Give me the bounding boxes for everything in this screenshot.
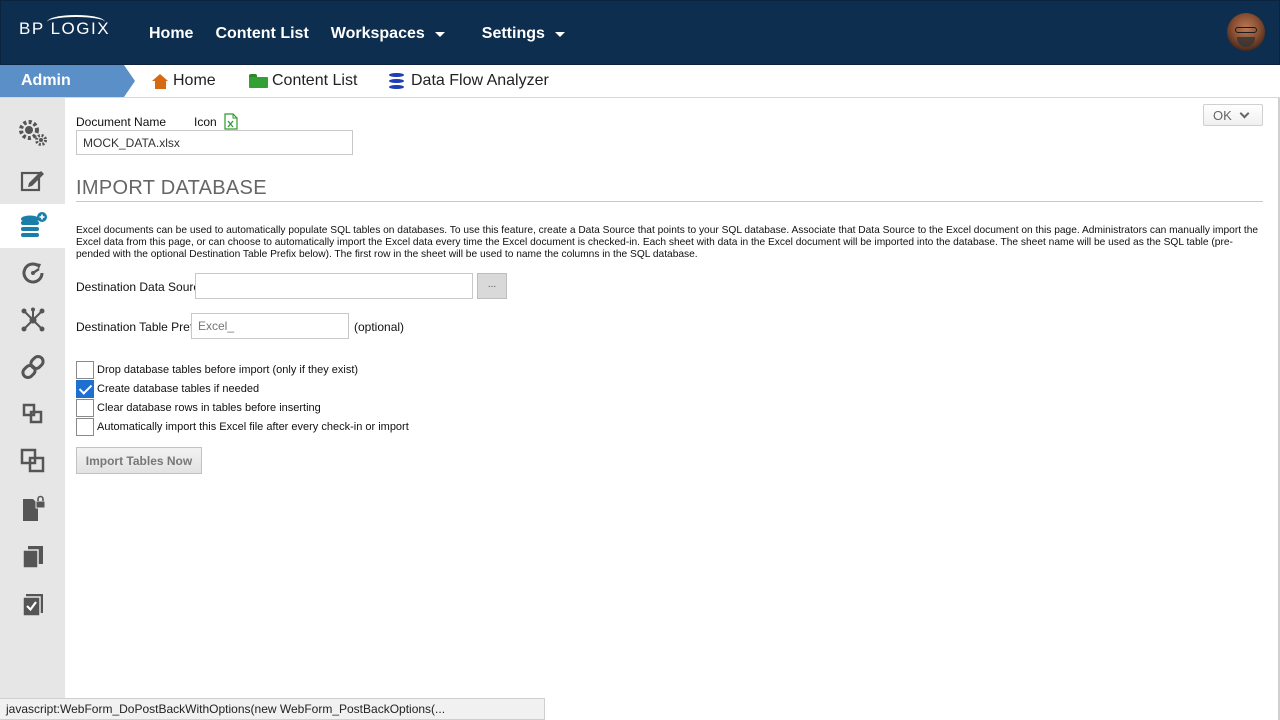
- database-add-icon: [20, 212, 47, 237]
- document-name-label: Document Name: [76, 115, 167, 129]
- sidebar-item-links[interactable]: [0, 345, 65, 389]
- sidebar-item-network[interactable]: [0, 298, 65, 342]
- browse-data-source-button[interactable]: ...: [477, 273, 507, 299]
- nav-home-label: Home: [149, 24, 194, 42]
- destination-table-prefix-input[interactable]: [191, 313, 349, 339]
- breadcrumb-data-flow-analyzer[interactable]: Data Flow Analyzer: [389, 65, 549, 97]
- create-tables-checkbox[interactable]: [76, 380, 94, 398]
- destination-data-source-label: Destination Data Source: [76, 280, 207, 294]
- breadcrumb-admin-profile[interactable]: Admin Profile: [0, 65, 135, 121]
- nav-settings-label: Settings: [481, 24, 545, 42]
- avatar-beard: [1237, 37, 1255, 47]
- document-lock-icon: [22, 495, 45, 521]
- status-bar: javascript:WebForm_DoPostBackWithOptions…: [0, 698, 545, 720]
- sidebar-item-copy[interactable]: [0, 535, 65, 579]
- nav-content-list[interactable]: Content List: [215, 25, 308, 43]
- logo-swoosh: [47, 15, 105, 29]
- nav-home[interactable]: Home: [149, 25, 193, 43]
- breadcrumb-content-list[interactable]: Content List: [249, 65, 357, 97]
- checked-document-icon: [21, 594, 43, 617]
- top-navbar: BP LOGIX Home Content List Workspaces Se…: [0, 0, 1280, 65]
- nav-workspaces[interactable]: Workspaces: [331, 25, 445, 43]
- ok-button-label: OK: [1213, 107, 1232, 123]
- arrange-small-icon: [22, 403, 42, 424]
- auto-import-option: Automatically import this Excel file aft…: [76, 418, 409, 436]
- drop-tables-option: Drop database tables before import (only…: [76, 361, 358, 379]
- icon-label: Icon: [194, 115, 217, 129]
- sidebar-item-checked-document[interactable]: [0, 583, 65, 627]
- create-tables-option: Create database tables if needed: [76, 380, 259, 398]
- dashboard-refresh-icon: [22, 262, 43, 284]
- sidebar-item-document-lock[interactable]: [0, 487, 65, 531]
- clear-rows-label: Clear database rows in tables before ins…: [97, 402, 321, 414]
- chevron-down-icon: [1239, 108, 1250, 118]
- sidebar-item-arrange-small[interactable]: [0, 392, 65, 436]
- user-avatar[interactable]: [1227, 13, 1265, 51]
- edit-icon: [20, 171, 44, 192]
- nav-workspaces-label: Workspaces: [330, 24, 425, 42]
- section-title: IMPORT DATABASE: [76, 177, 267, 199]
- breadcrumb-data-flow-analyzer-label: Data Flow Analyzer: [411, 72, 549, 89]
- clear-rows-checkbox[interactable]: [76, 399, 94, 417]
- ok-button[interactable]: OK: [1203, 104, 1263, 126]
- top-nav-menu: Home Content List Workspaces Settings: [149, 1, 587, 66]
- sidebar-item-import-database[interactable]: [0, 204, 65, 248]
- copy-icon: [21, 546, 43, 569]
- caret-down-icon: [554, 32, 565, 37]
- breadcrumb-content-list-label: Content List: [272, 72, 358, 89]
- bp-logix-logo[interactable]: BP LOGIX: [19, 15, 110, 39]
- sidebar-item-edit[interactable]: [0, 158, 65, 202]
- caret-down-icon: [434, 32, 445, 37]
- link-icon: [20, 354, 45, 380]
- folder-open-icon: [249, 74, 268, 88]
- arrange-large-icon: [20, 448, 44, 473]
- avatar-glasses: [1235, 27, 1257, 33]
- auto-import-label: Automatically import this Excel file aft…: [97, 421, 409, 433]
- document-name-input[interactable]: [76, 130, 353, 155]
- clear-rows-option: Clear database rows in tables before ins…: [76, 399, 321, 417]
- drop-tables-checkbox[interactable]: [76, 361, 94, 379]
- optional-label: (optional): [354, 320, 405, 334]
- breadcrumb-home-label: Home: [173, 72, 216, 89]
- breadcrumb: Admin Profile Home Content List Data Flo…: [0, 65, 1280, 121]
- home-icon: [152, 73, 169, 89]
- database-icon: [389, 73, 404, 89]
- section-divider: [76, 201, 1263, 202]
- drop-tables-label: Drop database tables before import (only…: [97, 364, 359, 376]
- sidebar: [0, 98, 65, 720]
- sidebar-item-arrange-large[interactable]: [0, 439, 65, 483]
- auto-import-checkbox[interactable]: [76, 418, 94, 436]
- import-description: Excel documents can be used to automatic…: [76, 225, 1259, 260]
- nav-settings[interactable]: Settings: [482, 25, 565, 43]
- destination-data-source-input[interactable]: [195, 273, 473, 299]
- network-icon: [21, 307, 44, 332]
- nav-content-list-label: Content List: [215, 24, 309, 42]
- destination-table-prefix-label: Destination Table Prefix: [76, 320, 202, 334]
- excel-file-icon[interactable]: [224, 113, 238, 130]
- create-tables-label: Create database tables if needed: [97, 383, 260, 395]
- import-tables-now-button[interactable]: Import Tables Now: [76, 447, 202, 474]
- sidebar-item-dashboard[interactable]: [0, 251, 65, 295]
- main-content: OK Document Name Icon IMPORT DATABASE Ex…: [65, 98, 1280, 698]
- breadcrumb-home[interactable]: Home: [152, 65, 216, 97]
- sidebar-item-settings[interactable]: [0, 110, 65, 154]
- gears-icon: [18, 120, 47, 146]
